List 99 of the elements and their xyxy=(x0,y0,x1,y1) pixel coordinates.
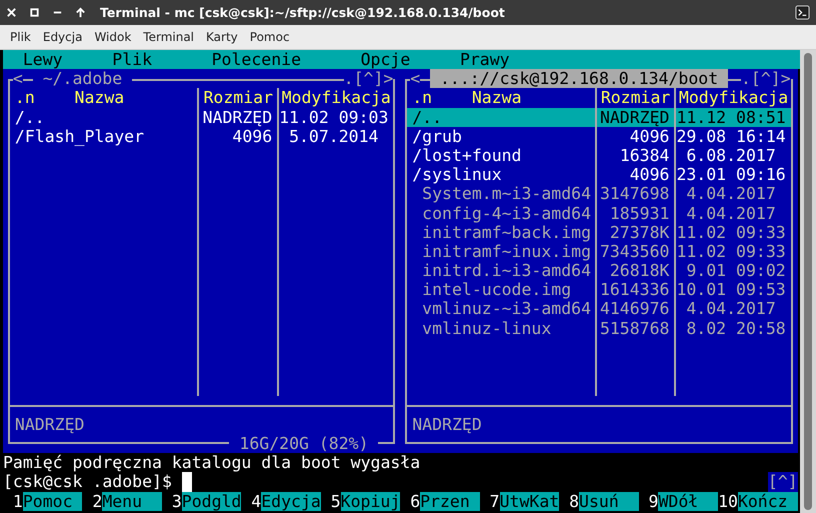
disk-usage: 16G/20G (82%) xyxy=(229,434,378,454)
table-cell-text: 9.01 09:02 xyxy=(685,261,787,280)
table-cell-text: 4146976 xyxy=(598,299,670,319)
scrollbar-thumb[interactable] xyxy=(804,53,812,510)
key-number: 7 xyxy=(488,492,500,511)
table-cell[interactable]: initrd.i~i3-amd64 xyxy=(407,261,595,280)
column-header[interactable]: Nazwa xyxy=(74,88,124,108)
function-key[interactable]: Kopiuj xyxy=(340,492,400,511)
table-cell-text: 7343560 xyxy=(598,242,670,262)
table-cell-text: 16384 xyxy=(618,146,670,166)
mini-status: NADRZĘD xyxy=(412,414,482,434)
menu-item[interactable]: Lewy xyxy=(22,50,63,70)
sort-indicator[interactable]: .n xyxy=(14,88,35,108)
table-cell-text: 11.02 09:33 xyxy=(676,242,787,262)
table-cell-text: 5158768 xyxy=(598,318,670,338)
table-cell[interactable]: config-4~i3-amd64 xyxy=(407,204,595,223)
table-cell-text: 4.04.2017 xyxy=(685,299,777,319)
key-number: 5 xyxy=(330,492,341,511)
table-cell: NADRZĘD xyxy=(596,108,674,127)
column-header[interactable]: Modyfikacja xyxy=(676,88,791,108)
table-cell-text: 4.04.2017 xyxy=(685,204,777,223)
table-cell-text: 185931 xyxy=(608,204,670,223)
menu-item[interactable]: Pomoc xyxy=(244,30,296,44)
table-cell-text: 27378K xyxy=(608,222,670,242)
table-cell[interactable]: vmlinuz-linux xyxy=(407,318,595,338)
function-key[interactable]: Kończ xyxy=(738,492,798,511)
table-cell-text: NADRZĘD xyxy=(202,108,274,127)
menu-item[interactable]: Prawy xyxy=(460,50,510,70)
table-cell-text: 11.02 09:03 xyxy=(279,108,390,127)
function-key[interactable]: Edycja xyxy=(261,492,321,511)
key-number: 10 xyxy=(718,492,738,511)
status-message: Pamięć podręczna katalogu dla boot wygasła xyxy=(3,453,420,472)
table-cell-text: 23.01 09:16 xyxy=(676,165,787,184)
command-prompt: [csk@csk .adobe]$ xyxy=(3,472,172,492)
key-number: 1 xyxy=(12,492,23,511)
menu-item[interactable]: Plik xyxy=(112,50,152,70)
table-cell-text: 4096 xyxy=(628,165,670,184)
menu-item[interactable]: Edycja xyxy=(36,30,88,44)
key-number: 2 xyxy=(91,492,102,511)
menu-item[interactable]: Opcje xyxy=(360,50,410,70)
table-cell-text: 10.01 09:53 xyxy=(676,280,787,300)
table-cell[interactable]: System.m~i3-amd64 xyxy=(407,184,595,204)
table-cell[interactable]: /syslinux xyxy=(407,165,595,184)
table-cell-text: 11.02 09:33 xyxy=(676,222,787,242)
mini-status: NADRZĘD xyxy=(14,414,84,434)
column-header[interactable]: Modyfikacja xyxy=(279,88,394,108)
table-cell[interactable]: intel-ucode.img xyxy=(407,280,595,300)
function-key[interactable]: Pomoc xyxy=(22,492,82,511)
key-number: 9 xyxy=(648,492,658,511)
table-cell-text: 1614336 xyxy=(598,280,670,300)
table-cell-text: 5.07.2014 xyxy=(288,126,380,146)
function-key[interactable]: Podgld xyxy=(182,492,242,511)
table-cell[interactable]: initramf~back.img xyxy=(407,222,595,242)
key-number: 4 xyxy=(250,492,262,511)
table-cell-text: 4096 xyxy=(231,126,274,146)
table-cell-text: 26818K xyxy=(608,261,670,280)
column-header[interactable]: Nazwa xyxy=(472,88,522,108)
table-cell: 11.12 08:51 xyxy=(676,108,791,127)
table-cell-text: 4.04.2017 xyxy=(685,184,777,204)
hotlist-button[interactable]: .[^]> xyxy=(741,69,791,88)
column-header[interactable]: Rozmiar xyxy=(199,88,278,108)
maximize-icon[interactable] xyxy=(29,7,40,18)
table-cell-text: 6.08.2017 xyxy=(685,146,777,166)
table-cell-text: 8.02 20:58 xyxy=(685,318,787,338)
scrollbar[interactable] xyxy=(800,50,816,513)
history-button[interactable]: [^] xyxy=(768,472,798,492)
window-title: Terminal - mc [csk@csk]:~/sftp://csk@192.168.0.134/boot xyxy=(100,5,505,20)
function-key[interactable]: Przen xyxy=(420,492,480,511)
panel-title: ~/.adobe xyxy=(32,69,132,88)
key-number: 6 xyxy=(409,492,420,511)
function-key[interactable]: UtwKat xyxy=(500,492,560,511)
table-cell[interactable]: /lost+found xyxy=(407,146,595,166)
menu-item[interactable]: Karty xyxy=(200,30,244,44)
sort-indicator[interactable]: .n xyxy=(412,88,432,108)
text-cursor xyxy=(182,472,192,492)
terminal-icon[interactable] xyxy=(795,5,810,20)
table-cell[interactable]: vmlinuz-~i3-amd64 xyxy=(407,299,595,319)
close-icon[interactable] xyxy=(6,7,17,18)
function-key[interactable]: Menu xyxy=(102,492,162,511)
table-cell[interactable]: /Flash_Player xyxy=(10,126,198,146)
table-cell[interactable]: /grub xyxy=(407,126,595,146)
table-cell-text: 3147698 xyxy=(598,184,670,204)
menu-item[interactable]: Terminal xyxy=(137,30,200,44)
table-cell[interactable]: initramf~inux.img xyxy=(407,242,595,262)
key-number: 8 xyxy=(568,492,580,511)
hotlist-button[interactable]: .[^]> xyxy=(344,69,394,88)
pin-icon[interactable] xyxy=(75,7,86,18)
function-key[interactable]: WDół xyxy=(658,492,718,511)
table-cell[interactable]: /.. xyxy=(407,108,595,127)
panel-title: ...://csk@192.168.0.134/boot xyxy=(430,69,728,88)
table-cell-text: 29.08 16:14 xyxy=(676,126,787,146)
table-cell-text: 4096 xyxy=(628,126,670,146)
menu-item[interactable]: Widok xyxy=(88,30,138,44)
menu-item[interactable]: Polecenie xyxy=(212,50,302,70)
column-header[interactable]: Rozmiar xyxy=(596,88,674,108)
menu-item[interactable]: Plik xyxy=(4,30,37,44)
function-key[interactable]: Usuń xyxy=(579,492,639,511)
table-cell[interactable]: /.. xyxy=(10,108,198,127)
key-number: 3 xyxy=(170,492,182,511)
